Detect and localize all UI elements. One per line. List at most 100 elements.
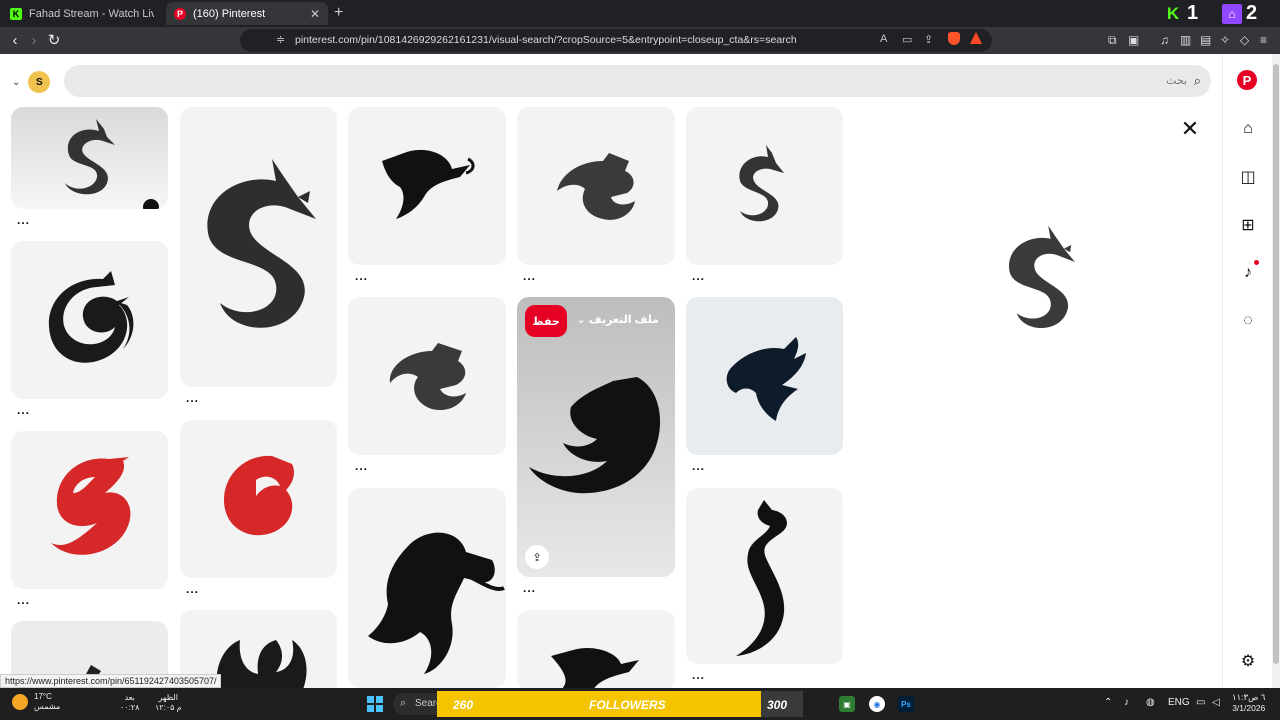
- pin-more-icon[interactable]: ...: [523, 269, 536, 283]
- weather-widget[interactable]: 17°C مشمس: [12, 692, 60, 712]
- microphone-icon[interactable]: ◍: [1146, 697, 1155, 708]
- kick-counter-overlay: K 1: [1163, 1, 1198, 26]
- kick-logo-icon: K: [1166, 3, 1180, 23]
- pin-more-icon[interactable]: ...: [692, 269, 705, 283]
- extensions-icon[interactable]: ⧉: [1108, 33, 1117, 48]
- pin-card[interactable]: [517, 610, 675, 688]
- close-icon[interactable]: ✕: [1177, 116, 1203, 142]
- menu-icon[interactable]: ≡: [1260, 33, 1267, 47]
- site-info-icon[interactable]: ≑: [276, 33, 285, 46]
- weather-desc: مشمس: [34, 702, 61, 711]
- chevron-down-icon: ⌄: [576, 314, 589, 326]
- back-icon[interactable]: ‹: [6, 31, 24, 49]
- pin-more-icon[interactable]: ...: [355, 269, 368, 283]
- prayer-time-value: ۱۲:۰۵ م: [155, 703, 182, 712]
- pin-card[interactable]: [11, 431, 168, 589]
- pin-card[interactable]: [348, 488, 506, 688]
- sidebar-toggle-icon[interactable]: ▥: [1180, 33, 1191, 47]
- prayer-time: الظهر ۱۲:۰۵ م: [155, 693, 182, 713]
- speaker-icon[interactable]: ♪: [1124, 697, 1129, 708]
- brave-rewards-icon[interactable]: [970, 32, 982, 44]
- reload-icon[interactable]: ↻: [45, 31, 63, 49]
- pin-card-hovered[interactable]: حفظ ⌄ ملف التعريف ⇪: [517, 297, 675, 577]
- address-bar[interactable]: ≑ pinterest.com/pin/1081426929262161231/…: [240, 29, 992, 52]
- scrollbar[interactable]: [1272, 54, 1280, 688]
- pin-more-icon[interactable]: ...: [17, 403, 30, 417]
- share-page-icon[interactable]: ⇪: [924, 33, 933, 46]
- search-input[interactable]: ⌕ بحث: [64, 65, 1211, 97]
- pin-card[interactable]: [180, 107, 337, 387]
- share-icon[interactable]: ⇪: [525, 545, 549, 569]
- forward-icon[interactable]: ›: [25, 31, 43, 49]
- screenshot-icon[interactable]: ▣: [1128, 33, 1139, 47]
- save-button[interactable]: حفظ: [525, 305, 567, 337]
- selected-dragon-image[interactable]: [960, 194, 1120, 364]
- dragon-logo-image: [726, 337, 806, 421]
- system-clock[interactable]: ۱۱:۳٦ ص 3/1/2026: [1232, 692, 1265, 714]
- browser-tab-strip: K Fahad Stream - Watch Live on Kick P (1…: [0, 0, 1280, 27]
- pinterest-page: ⌄ S ⌕ بحث ... ... ... ... ... ... ... ..…: [0, 54, 1280, 688]
- photoshop-icon[interactable]: Ps: [898, 696, 914, 712]
- notification-badge: [1254, 260, 1259, 265]
- pin-card[interactable]: [686, 488, 843, 664]
- new-tab-icon[interactable]: +: [334, 4, 343, 22]
- pin-card[interactable]: [517, 107, 675, 265]
- pin-card[interactable]: [11, 107, 168, 209]
- kick-counter-value: 1: [1187, 2, 1199, 24]
- translate-icon[interactable]: A: [880, 33, 887, 45]
- cast-icon[interactable]: ▭: [902, 33, 912, 46]
- link-status-bar: https://www.pinterest.com/pin/6511924274…: [0, 674, 222, 688]
- pin-card[interactable]: [11, 241, 168, 399]
- language-indicator[interactable]: ENG: [1168, 697, 1190, 708]
- search-placeholder: بحث: [1166, 75, 1187, 87]
- pin-more-icon[interactable]: ...: [692, 668, 705, 682]
- brave-shields-icon[interactable]: [948, 32, 960, 45]
- settings-icon[interactable]: ⚙: [1237, 650, 1259, 672]
- search-icon: ⌕: [1193, 73, 1201, 88]
- display-icon[interactable]: ▭: [1196, 697, 1205, 708]
- avatar[interactable]: S: [28, 71, 51, 93]
- tab-kick[interactable]: K Fahad Stream - Watch Live on Kick: [2, 2, 162, 25]
- account-switcher[interactable]: ⌄ S: [12, 71, 51, 93]
- media-icon[interactable]: ♫: [1160, 33, 1169, 47]
- pin-card[interactable]: [180, 420, 337, 578]
- pin-card[interactable]: [348, 297, 506, 455]
- twitch-logo-icon: ⌂: [1222, 3, 1242, 24]
- prayer-next-label: بعد: [124, 693, 135, 702]
- taskbar-app-icon[interactable]: ▣: [839, 696, 855, 712]
- dragon-logo-image: [207, 159, 316, 328]
- pin-more-icon[interactable]: ...: [355, 459, 368, 473]
- vpn-icon[interactable]: ◇: [1240, 33, 1249, 47]
- pin-card[interactable]: [686, 297, 843, 455]
- chrome-icon[interactable]: ◉: [869, 696, 885, 712]
- home-icon[interactable]: ⌂: [1237, 118, 1259, 140]
- explore-icon[interactable]: ◫: [1237, 166, 1259, 188]
- pinterest-logo-icon[interactable]: P: [1237, 70, 1257, 90]
- scrollbar-thumb[interactable]: [1273, 64, 1279, 664]
- dragon-logo-image: [48, 271, 134, 363]
- pin-more-icon[interactable]: ...: [17, 213, 30, 227]
- wallet-icon[interactable]: ▤: [1200, 33, 1211, 47]
- pin-more-icon[interactable]: ...: [692, 459, 705, 473]
- notifications-icon[interactable]: ♪: [1237, 262, 1259, 284]
- create-icon[interactable]: ⊞: [1237, 214, 1259, 236]
- pin-more-icon[interactable]: ...: [186, 391, 199, 405]
- twitch-counter-value: 2: [1246, 2, 1258, 24]
- pin-card[interactable]: [348, 107, 506, 265]
- profile-selector[interactable]: ⌄ ملف التعريف: [577, 313, 659, 326]
- windows-start-icon[interactable]: [367, 696, 383, 712]
- pin-card[interactable]: [686, 107, 843, 265]
- pin-more-icon[interactable]: ...: [186, 582, 199, 596]
- pin-more-icon[interactable]: ...: [523, 581, 536, 595]
- twitch-counter-overlay: ⌂ 2: [1222, 1, 1257, 26]
- tab-pinterest[interactable]: P (160) Pinterest ✕: [166, 2, 328, 25]
- chevron-up-icon[interactable]: ⌃: [1104, 697, 1112, 708]
- leo-ai-icon[interactable]: ✧: [1220, 33, 1230, 47]
- volume-icon[interactable]: ◁: [1212, 697, 1220, 708]
- followers-current: 260: [453, 698, 474, 712]
- close-tab-icon[interactable]: ✕: [310, 7, 320, 21]
- followers-goal-box: 300: [761, 691, 803, 717]
- chevron-down-icon[interactable]: ⌄: [12, 77, 20, 88]
- messages-icon[interactable]: ◌: [1237, 310, 1259, 332]
- pin-more-icon[interactable]: ...: [17, 593, 30, 607]
